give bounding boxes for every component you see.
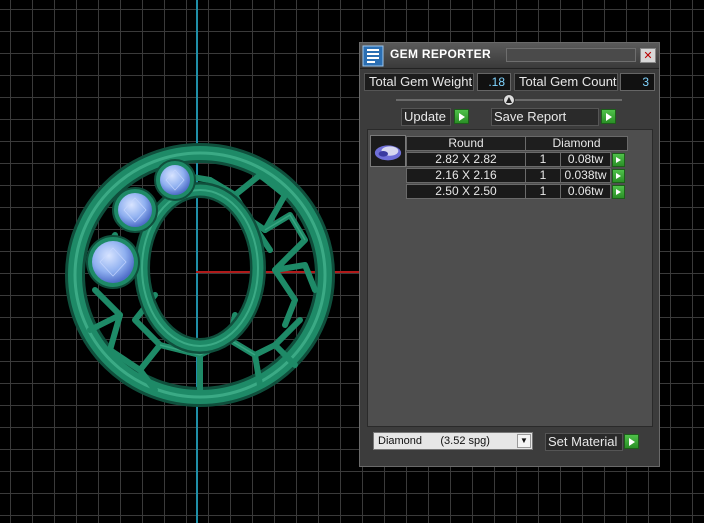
row-weight: 0.038tw [560, 168, 611, 183]
total-gem-count-label: Total Gem Count [514, 73, 618, 91]
panel-title: GEM REPORTER [390, 47, 491, 61]
gem-reporter-icon [362, 45, 384, 67]
close-button[interactable]: ✕ [640, 48, 656, 63]
save-report-green-arrow-icon[interactable] [601, 109, 616, 124]
set-material-button[interactable]: Set Material [545, 433, 623, 451]
column-header-diamond: Diamond [525, 136, 628, 151]
save-report-label: Save Report [494, 109, 567, 124]
row-green-arrow-icon[interactable] [612, 153, 625, 167]
update-green-arrow-icon[interactable] [454, 109, 469, 124]
total-gem-weight-value: .18 [477, 73, 511, 91]
close-icon: ✕ [643, 49, 653, 62]
gem-list-area: Round Diamond 2.82 X 2.82 1 0.08tw 2.16 … [367, 129, 653, 427]
row-size: 2.50 X 2.50 [406, 184, 526, 199]
row-size: 2.16 X 2.16 [406, 168, 526, 183]
row-green-arrow-icon[interactable] [612, 185, 625, 199]
set-material-green-arrow-icon[interactable] [624, 434, 639, 449]
round-gem-icon[interactable] [370, 135, 406, 167]
row-green-arrow-icon[interactable] [612, 169, 625, 183]
row-weight: 0.06tw [560, 184, 611, 199]
chevron-up-icon: ▲ [505, 95, 513, 104]
material-select-value: Diamond (3.52 spg) [378, 435, 490, 447]
row-qty: 1 [525, 184, 561, 199]
row-qty: 1 [525, 168, 561, 183]
row-size: 2.82 X 2.82 [406, 152, 526, 167]
row-qty: 1 [525, 152, 561, 167]
set-material-label: Set Material [548, 434, 618, 449]
column-header-round: Round [406, 136, 526, 151]
title-bar[interactable]: GEM REPORTER ✕ [360, 43, 659, 69]
total-gem-count-value: 3 [620, 73, 655, 91]
gem-reporter-panel: GEM REPORTER ✕ Total Gem Weight .18 Tota… [359, 42, 660, 467]
chevron-down-icon[interactable]: ▼ [517, 434, 531, 448]
pendant-model[interactable] [60, 140, 340, 410]
material-select[interactable]: Diamond (3.52 spg) ▼ [373, 432, 533, 450]
total-gem-weight-label: Total Gem Weight [364, 73, 474, 91]
title-divider [506, 48, 636, 62]
save-report-button[interactable]: Save Report [491, 108, 599, 126]
row-weight: 0.08tw [560, 152, 611, 167]
update-button[interactable]: Update [401, 108, 451, 126]
update-label: Update [404, 109, 446, 124]
slider-handle[interactable]: ▲ [503, 94, 515, 106]
